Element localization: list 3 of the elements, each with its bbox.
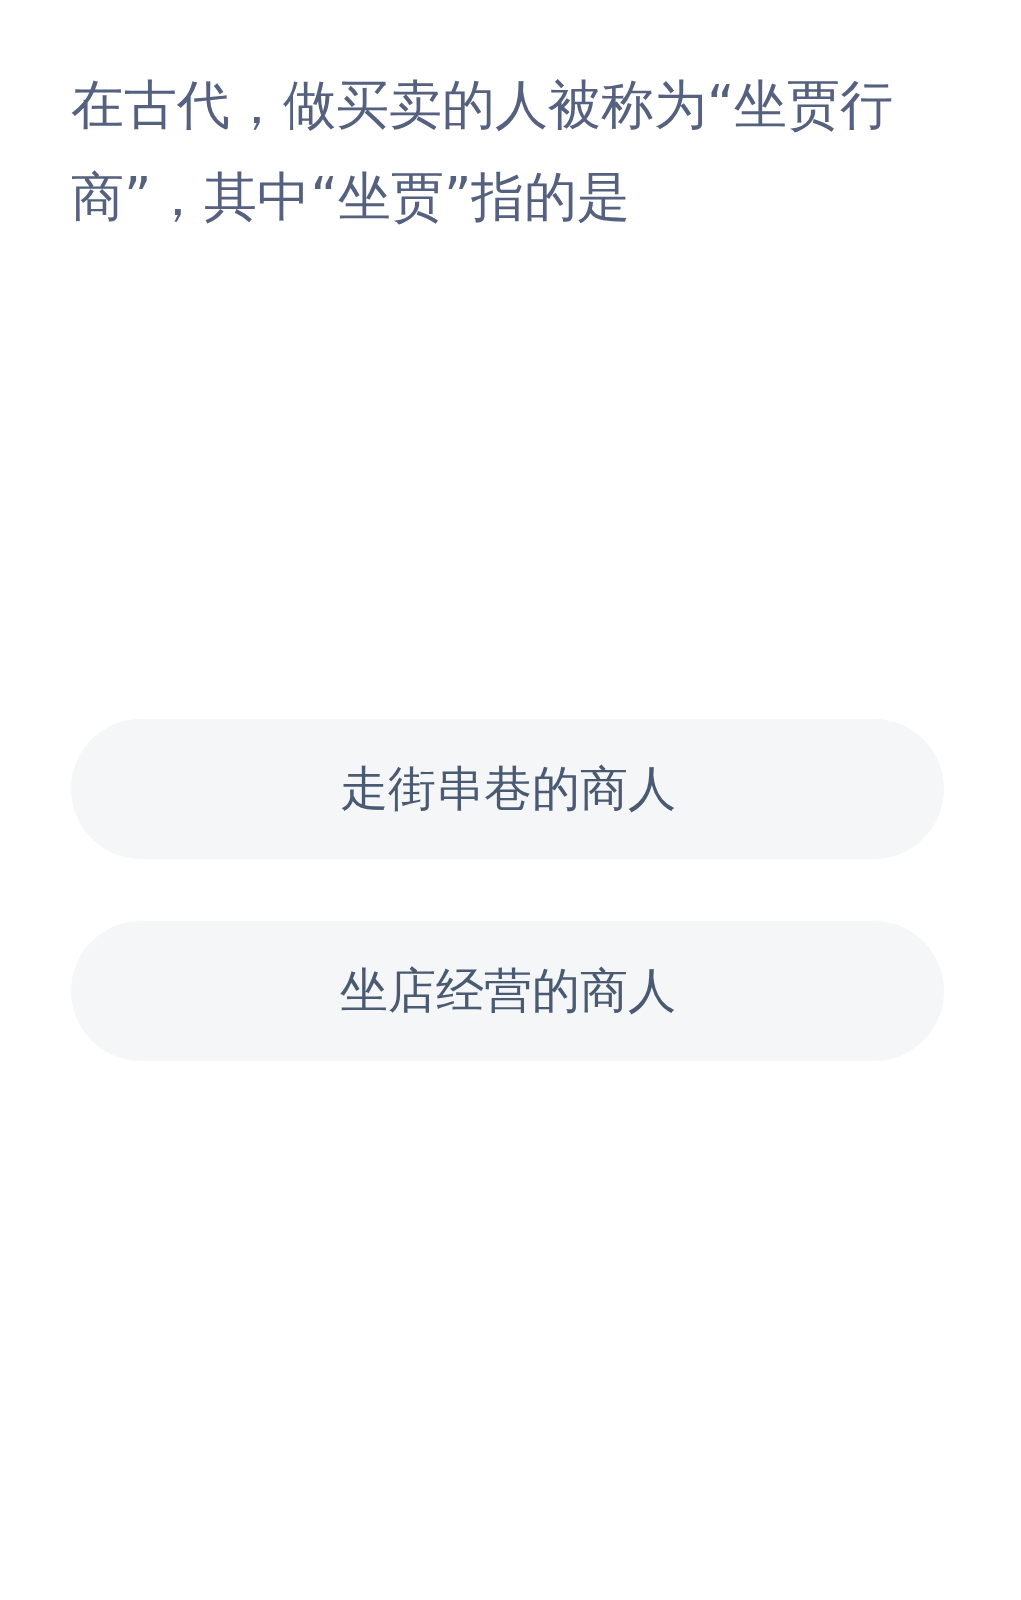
answer-option[interactable]: 坐店经营的商人 bbox=[71, 921, 944, 1061]
answer-option[interactable]: 走街串巷的商人 bbox=[71, 719, 944, 859]
question-text: 在古代，做买卖的人被称为“坐贾行商”，其中“坐贾”指的是 bbox=[71, 73, 895, 229]
